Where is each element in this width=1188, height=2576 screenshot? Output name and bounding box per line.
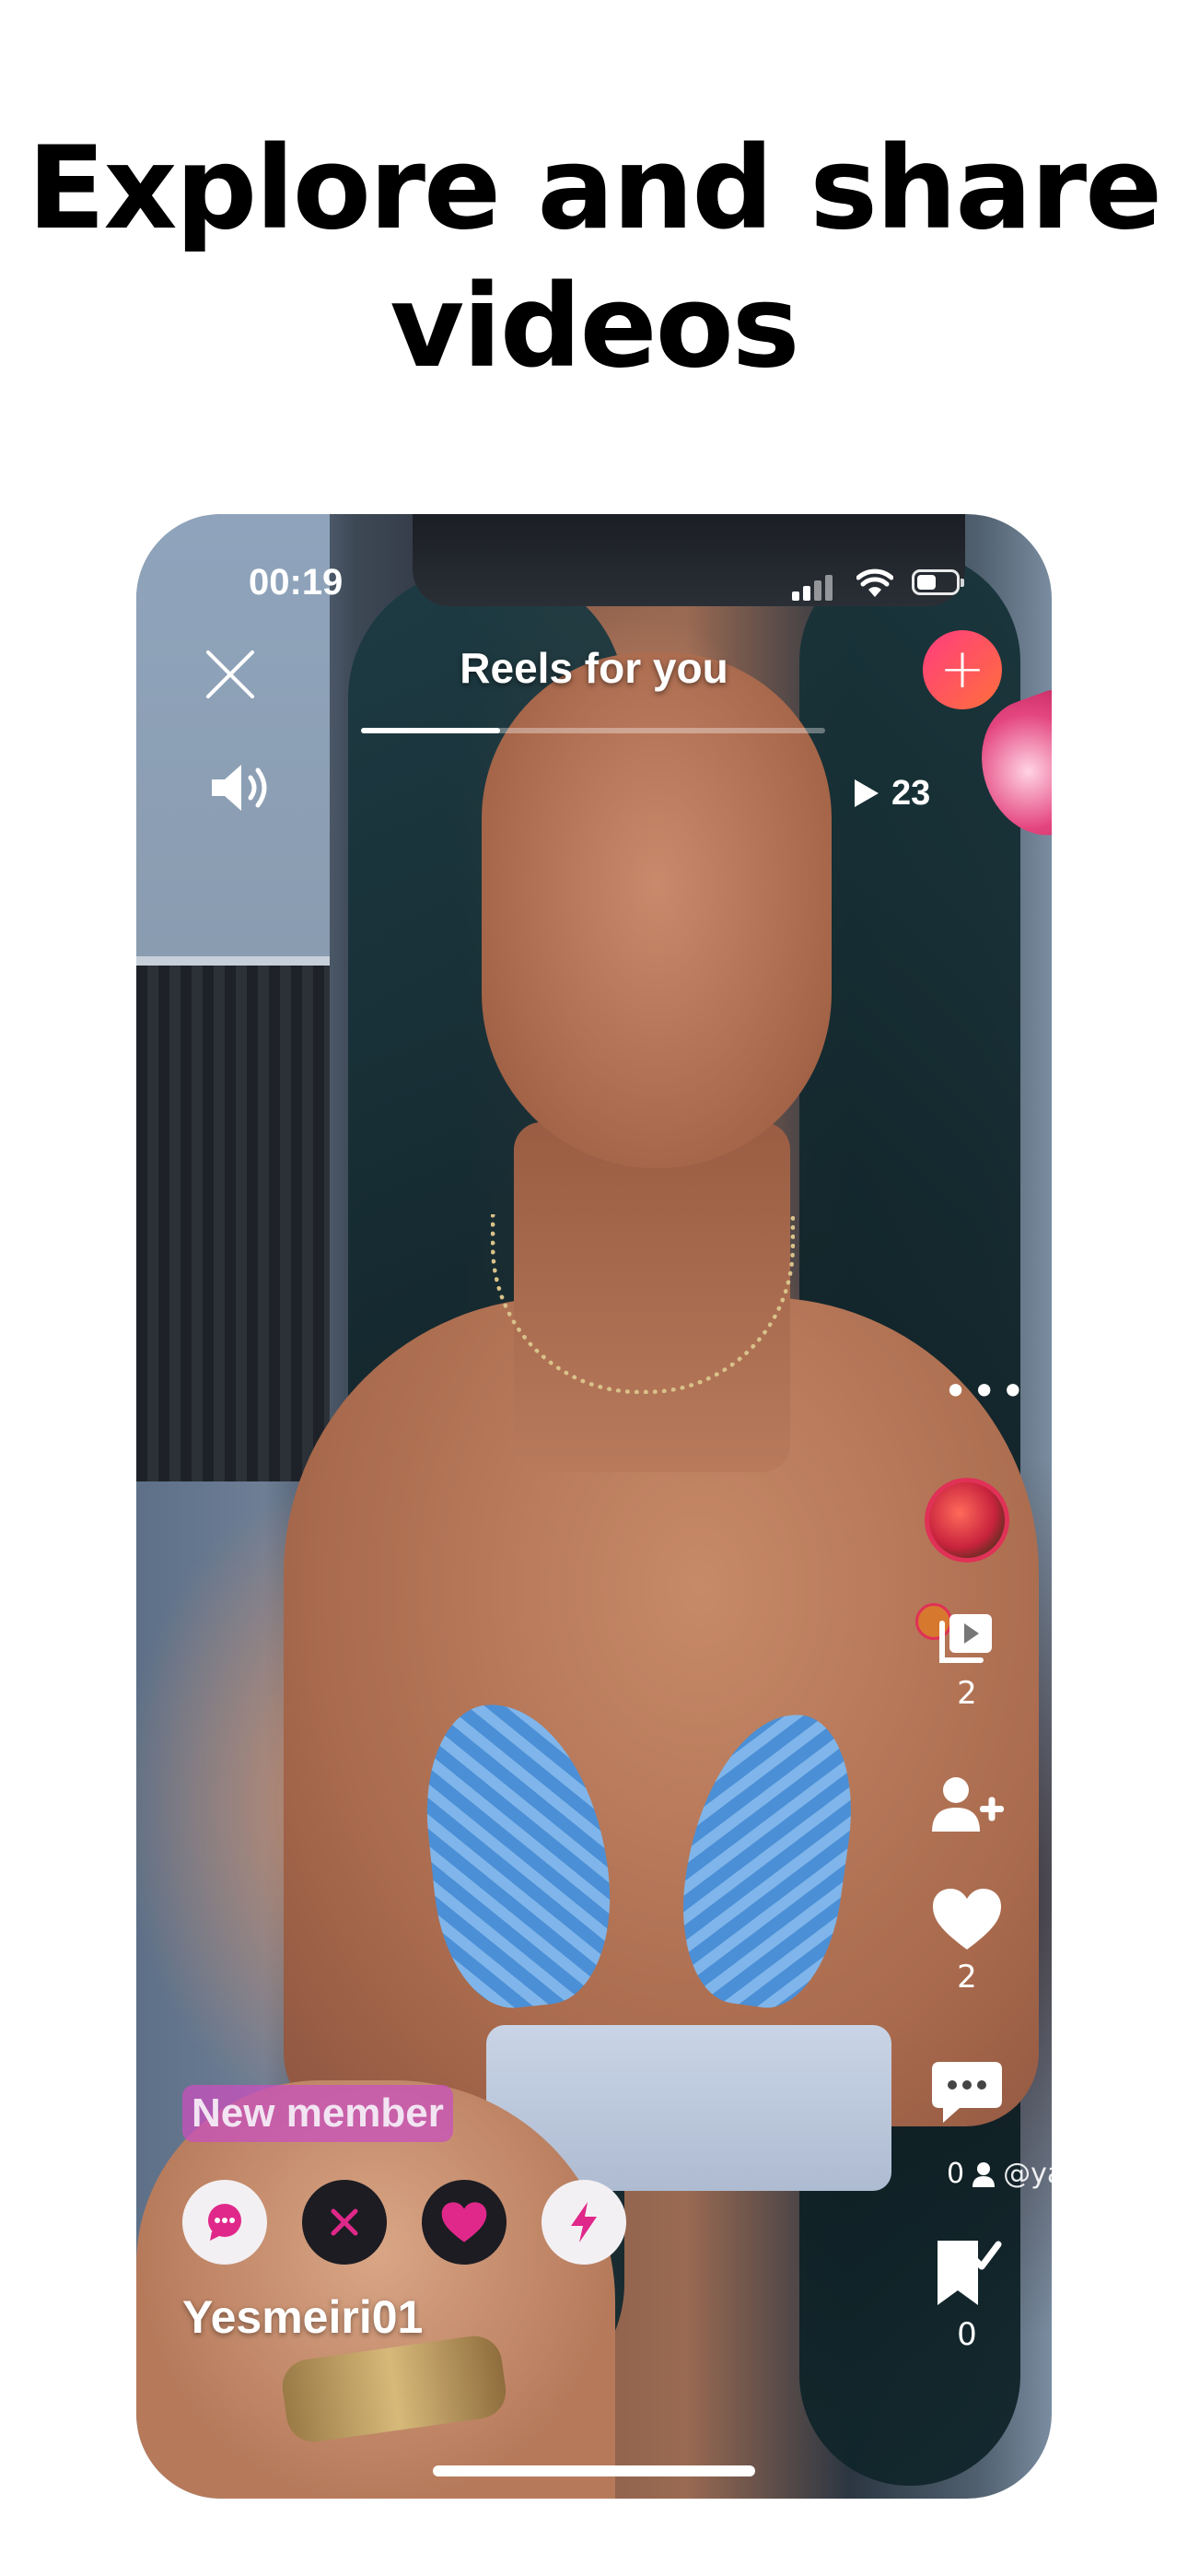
status-time: 00:19 <box>249 562 344 603</box>
view-count: 23 <box>855 770 930 816</box>
heart-react-button[interactable] <box>422 2180 507 2265</box>
new-member-badge: New member <box>182 2085 453 2142</box>
reels-count: 2 <box>957 1675 977 1712</box>
heart-icon <box>441 2202 487 2242</box>
bookmark-check-icon <box>938 2241 1002 2305</box>
comment-button[interactable] <box>910 2058 1024 2130</box>
reel-progress-fill <box>361 728 501 733</box>
user-icon <box>973 2161 996 2187</box>
lightning-icon <box>571 2202 597 2242</box>
view-count-value: 23 <box>891 773 931 813</box>
heart-icon <box>933 1889 1001 1950</box>
reels-button[interactable]: 2 <box>910 1610 1024 1712</box>
battery-icon <box>912 569 964 595</box>
quick-reactions <box>182 2180 626 2265</box>
like-button[interactable]: 2 <box>910 1887 1024 1996</box>
comment-icon <box>932 2062 1002 2123</box>
wifi-icon <box>856 568 893 597</box>
likes-count: 2 <box>957 1959 977 1996</box>
home-indicator[interactable] <box>433 2465 755 2476</box>
more-icon[interactable]: ••• <box>943 1370 1029 1412</box>
headline-line-1: Explore and share <box>27 123 1162 255</box>
save-button[interactable]: 0 <box>910 2235 1024 2353</box>
add-user-icon <box>932 1777 1004 1832</box>
reel-overlay: 00:19 Reels for you + 23 ••• 2 2 0 @y 0 … <box>136 514 1052 2499</box>
saves-count: 0 <box>957 2316 977 2353</box>
comment-tag-row: 0 @ya <box>947 2158 1052 2190</box>
skip-button[interactable] <box>302 2180 387 2265</box>
create-plus-button[interactable]: + <box>923 630 1002 709</box>
creator-avatar[interactable] <box>925 1478 1009 1563</box>
follow-button[interactable] <box>910 1774 1024 1839</box>
chat-icon <box>208 2204 241 2241</box>
boost-button[interactable] <box>542 2180 626 2265</box>
tag-handle: @ya <box>1003 2158 1052 2190</box>
page-title: Reels for you <box>460 644 728 692</box>
reel-progress-bar <box>361 728 825 733</box>
reels-icon <box>939 1614 992 1663</box>
signal-icon <box>792 573 834 601</box>
play-icon <box>855 779 879 807</box>
headline-line-2: videos <box>390 261 799 393</box>
x-icon <box>331 2208 358 2236</box>
speaker-icon[interactable] <box>208 759 274 816</box>
phone-screen: 00:19 Reels for you + 23 ••• 2 2 0 @y 0 … <box>136 514 1052 2499</box>
creator-username[interactable]: Yesmeiri01 <box>182 2290 423 2344</box>
comments-count: 0 <box>947 2158 965 2190</box>
headline: Explore and share videos <box>0 120 1188 396</box>
message-button[interactable] <box>182 2180 267 2265</box>
